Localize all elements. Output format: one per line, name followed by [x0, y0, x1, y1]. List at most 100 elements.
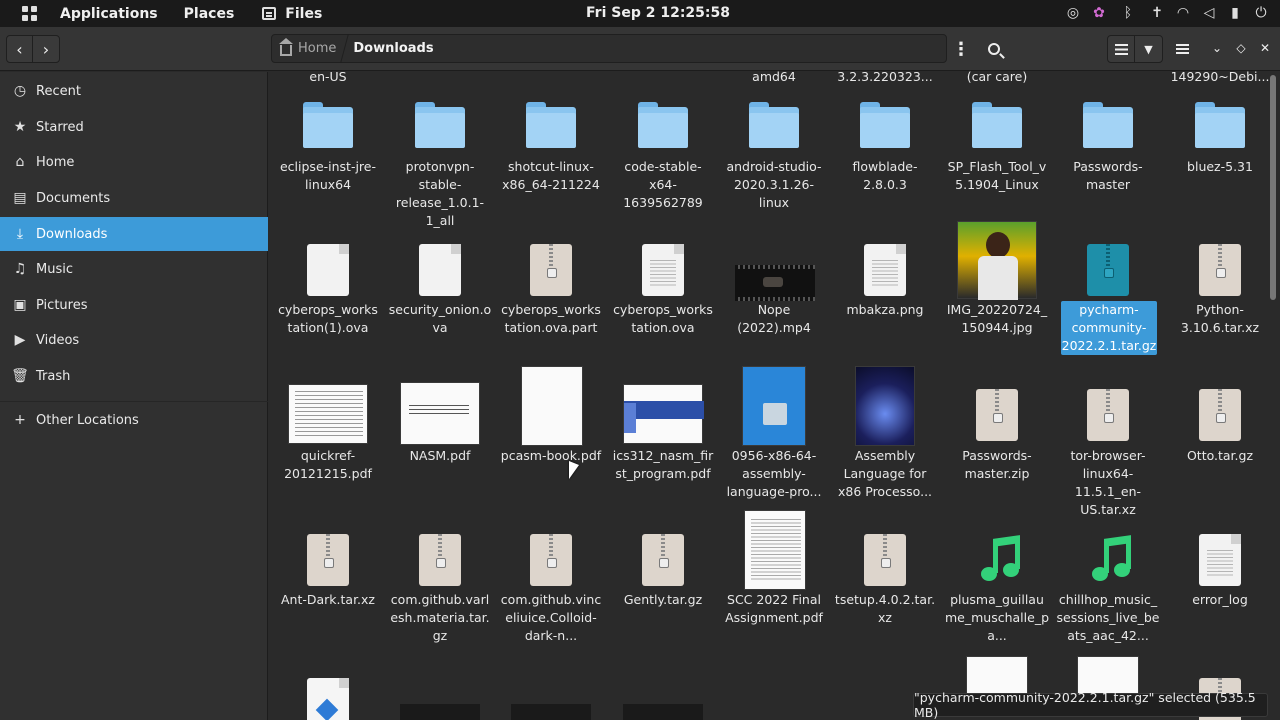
picture-icon: ▣ [13, 297, 27, 313]
minimize-button[interactable]: ⌄ [1209, 40, 1225, 56]
file-label: android-studio-2020.3.1.26-linux [726, 159, 822, 210]
sidebar-item-label: Trash [36, 368, 71, 384]
file-label: quickref-20121215.pdf [284, 448, 372, 481]
sidebar-item-documents[interactable]: ▤ Documents [0, 181, 268, 215]
minimize-icon: ⌄ [1211, 41, 1223, 55]
file-label: Nope (2022).mp4 [737, 302, 811, 335]
maximize-button[interactable]: ◇ [1233, 40, 1249, 56]
clock[interactable]: Fri Sep 2 12:25:58 [586, 5, 730, 21]
archive-icon [307, 534, 349, 586]
document-icon: ▤ [13, 190, 27, 206]
back-button[interactable]: ‹ [7, 36, 34, 62]
volume-icon[interactable]: ◁ [1202, 4, 1216, 22]
file-label: eclipse-inst-jre-linux64 [279, 159, 376, 192]
image-file-icon [864, 244, 906, 296]
text-file-icon [642, 244, 684, 296]
sidebar-item-label: Documents [36, 190, 111, 206]
sidebar: ◷ Recent ★ Starred ⌂ Home ▤ Documents ⤓ … [0, 72, 268, 720]
wifi-icon[interactable]: ◠ [1176, 4, 1190, 22]
search-icon [988, 43, 1000, 55]
file-label[interactable]: 149290~Debi... [1168, 71, 1272, 86]
video-thumbnail[interactable] [400, 704, 480, 720]
power-icon[interactable]: ⏻ [1254, 4, 1268, 22]
navigation-buttons: ‹ › [6, 35, 60, 63]
file-label: Gently.tar.gz [623, 592, 703, 607]
sidebar-item-trash[interactable]: 🗑 Trash [0, 359, 268, 393]
sidebar-item-videos[interactable]: ▶ Videos [0, 323, 268, 357]
sidebar-item-starred[interactable]: ★ Starred [0, 110, 268, 144]
hamburger-icon [1175, 44, 1189, 54]
file-label[interactable]: en-US [276, 71, 380, 86]
file-label[interactable]: (car care) [945, 71, 1049, 86]
file-icon [307, 244, 349, 296]
folder-icon [972, 102, 1022, 148]
file-icon [419, 244, 461, 296]
places-menu[interactable]: Places [184, 6, 235, 22]
path-bar: Home Downloads [271, 34, 947, 63]
sidebar-item-label: Starred [36, 119, 84, 135]
music-icon: ♫ [13, 261, 27, 277]
file-label: ics312_nasm_first_program.pdf [612, 448, 714, 481]
home-icon: ⌂ [15, 154, 25, 170]
location-menu-button[interactable]: ⋮ [948, 35, 974, 63]
breadcrumb-current[interactable]: Downloads [345, 41, 441, 56]
sidebar-item-recent[interactable]: ◷ Recent [0, 74, 268, 108]
folder-icon [638, 102, 688, 148]
file-label: flowblade-2.8.0.3 [852, 159, 918, 192]
folder-icon [1083, 102, 1133, 148]
video-thumbnail[interactable] [623, 704, 703, 720]
bluetooth-icon[interactable]: ᛒ [1118, 4, 1138, 22]
file-label[interactable]: amd64 [722, 71, 826, 86]
applications-menu[interactable]: Applications [60, 6, 158, 22]
sidebar-separator [0, 401, 268, 402]
forward-button[interactable]: › [33, 36, 59, 62]
plus-icon: + [14, 412, 26, 428]
file-label: code-stable-x64-1639562789 [623, 159, 703, 210]
header-bar: ‹ › Home Downloads ⋮ ▼ ⌄ ◇ ✕ [0, 27, 1280, 71]
scrollbar[interactable] [1270, 75, 1276, 300]
sidebar-item-label: Pictures [36, 297, 88, 313]
file-label: 0956-x86-64-assembly-language-pro... [726, 448, 822, 499]
sidebar-item-downloads[interactable]: ⤓ Downloads [0, 217, 268, 251]
close-button[interactable]: ✕ [1257, 40, 1273, 56]
accessibility-icon[interactable]: ✝ [1150, 4, 1164, 22]
pdf-thumbnail [288, 384, 368, 444]
view-options-button[interactable]: ▼ [1135, 36, 1162, 62]
search-button[interactable] [980, 35, 1008, 63]
sidebar-item-home[interactable]: ⌂ Home [0, 145, 268, 179]
files-icon [262, 7, 277, 20]
video-thumbnail[interactable] [511, 704, 591, 720]
archive-icon [864, 534, 906, 586]
file-label: cyberops_workstation.ova.part [501, 302, 601, 335]
sidebar-item-pictures[interactable]: ▣ Pictures [0, 288, 268, 322]
kebab-icon: ⋮ [952, 38, 970, 60]
breadcrumb-home[interactable]: Home [272, 35, 344, 62]
list-view-button[interactable] [1108, 36, 1136, 62]
microphone-icon[interactable]: ▮ [1228, 4, 1242, 22]
archive-icon [642, 534, 684, 586]
color-picker-icon[interactable]: ✿ [1092, 4, 1106, 22]
sidebar-item-other-locations[interactable]: + Other Locations [0, 403, 268, 437]
main-menu-button[interactable] [1172, 35, 1192, 63]
file-label[interactable]: 3.2.3.220323... [833, 71, 937, 86]
files-app-menu[interactable]: Files [262, 6, 322, 22]
pdf-thumbnail [623, 384, 704, 444]
file-label: tsetup.4.0.2.tar.xz [834, 592, 936, 625]
folder-icon [749, 102, 799, 148]
file-label: Python-3.10.6.tar.xz [1180, 302, 1260, 335]
chevron-right-icon: › [42, 39, 50, 59]
archive-icon [1087, 244, 1129, 296]
archive-icon [530, 534, 572, 586]
video-thumbnail [735, 265, 815, 301]
file-label: SCC 2022 Final Assignment.pdf [725, 592, 823, 625]
sidebar-item-music[interactable]: ♫ Music [0, 252, 268, 286]
file-label: com.github.vinceliuice.Colloid-dark-n... [500, 592, 602, 643]
sidebar-item-label: Videos [36, 332, 80, 348]
file-label: Ant-Dark.tar.xz [280, 592, 375, 607]
file-label: bluez-5.31 [1187, 159, 1253, 174]
screen-record-icon[interactable]: ◎ [1066, 4, 1080, 22]
file-label: IMG_20220724_150944.jpg [946, 302, 1048, 335]
file-label: cyberops_workstation(1).ova [278, 302, 378, 335]
apps-grid-icon[interactable] [22, 5, 38, 22]
system-tray: ◎ ✿ ᛒ ✝ ◠ ◁ ▮ ⏻ [1066, 4, 1268, 22]
